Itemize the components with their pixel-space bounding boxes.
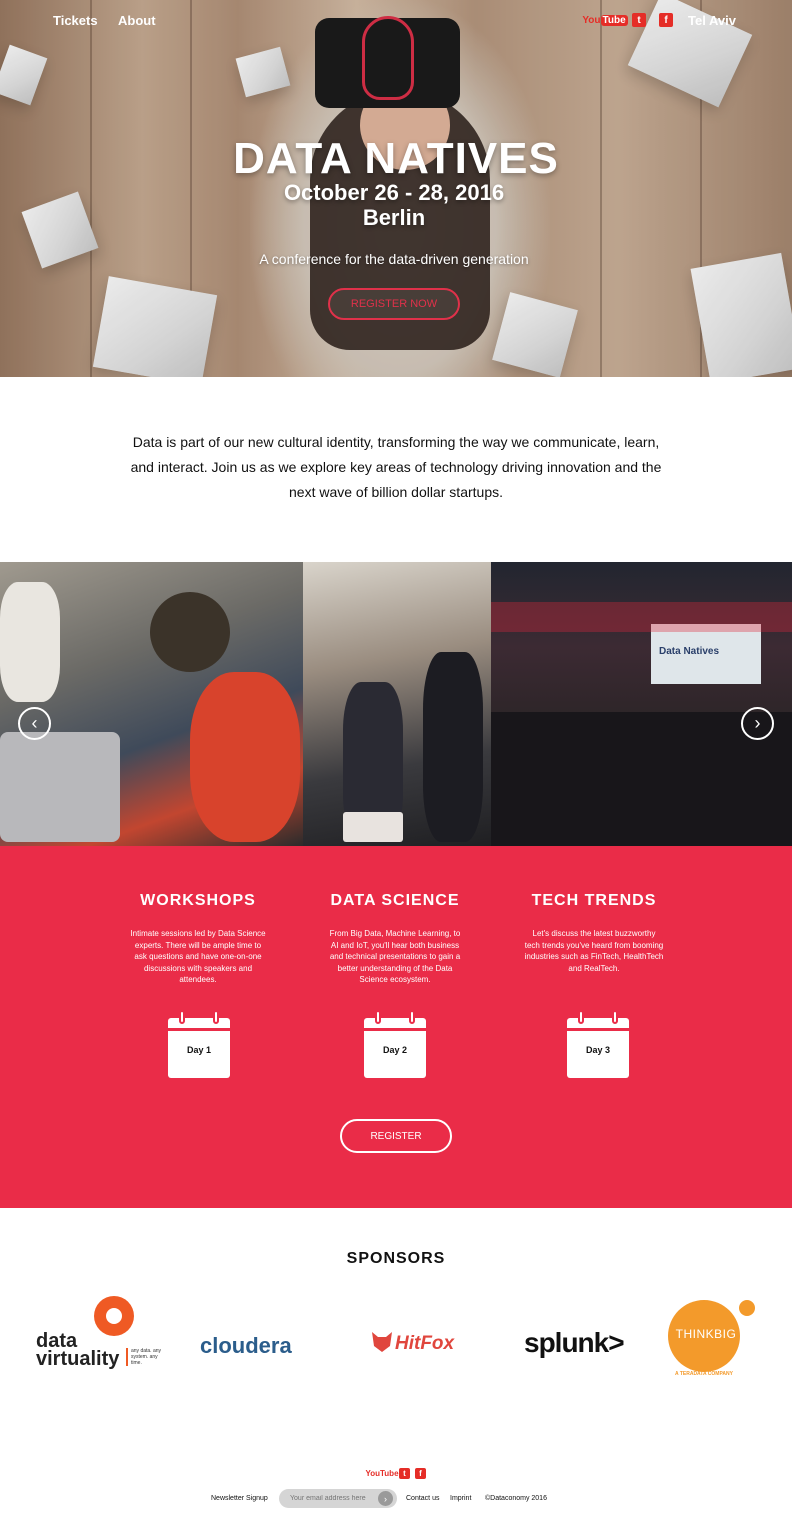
gallery-photo-crowd	[303, 562, 491, 846]
gallery-photo-auditorium: Data Natives	[491, 562, 792, 846]
tracks-section: WORKSHOPS Intimate sessions led by Data …	[0, 846, 792, 1208]
track-description: From Big Data, Machine Learning, to AI a…	[329, 929, 461, 984]
data-virtuality-tagline: any data. any system. any time.	[126, 1348, 166, 1366]
calendar-band	[168, 1028, 230, 1031]
data-virtuality-burst-icon	[94, 1296, 134, 1336]
calendar-ring	[213, 1010, 219, 1024]
photo-shape	[0, 582, 60, 702]
calendar-ring	[578, 1010, 584, 1024]
splunk-logo[interactable]: splunk>	[524, 1327, 625, 1359]
track-workshops: WORKSHOPS Intimate sessions led by Data …	[118, 892, 278, 986]
photo-shape	[423, 652, 483, 842]
fox-icon	[372, 1332, 392, 1352]
calendar-icon: Day 3	[567, 1010, 629, 1078]
hitfox-logo[interactable]: HitFox	[395, 1333, 454, 1355]
calendar-day-label: Day 1	[186, 1045, 212, 1055]
gallery-photo-workshop	[0, 562, 303, 846]
calendar-day-label: Day 2	[382, 1045, 408, 1055]
calendar-ring	[612, 1010, 618, 1024]
calendar-ring	[409, 1010, 415, 1024]
facebook-icon[interactable]: f	[659, 13, 673, 27]
track-description: Intimate sessions led by Data Science ex…	[130, 929, 266, 984]
copyright-text: ©Dataconomy 2016	[485, 1495, 547, 1502]
track-title: DATA SCIENCE	[330, 892, 460, 909]
track-data-science: DATA SCIENCE From Big Data, Machine Lear…	[315, 892, 475, 986]
data-virtuality-word2: virtuality	[36, 1348, 120, 1370]
photo-shape	[190, 672, 300, 842]
track-description: Let's discuss the latest buzzworthy tech…	[524, 929, 664, 973]
calendar-band	[364, 1028, 426, 1031]
calendar-band	[567, 1028, 629, 1031]
sponsors-title: SPONSORS	[346, 1250, 446, 1267]
youtube-icon[interactable]: You Tube	[582, 13, 628, 27]
footer-twitter-icon[interactable]: t	[399, 1468, 410, 1479]
thinkbig-dot-icon	[739, 1300, 755, 1316]
track-title: WORKSHOPS	[140, 892, 256, 909]
hero-title: DATA NATIVES	[233, 134, 559, 183]
newsletter-submit-icon[interactable]: ›	[378, 1491, 393, 1506]
hero-city: Berlin	[362, 205, 426, 230]
hero-date: October 26 - 28, 2016	[283, 180, 505, 205]
newsletter-label: Newsletter Signup	[211, 1495, 268, 1502]
data-virtuality-logo[interactable]: data virtuality any data. any system. an…	[36, 1296, 166, 1376]
twitter-icon[interactable]: t	[632, 13, 646, 27]
cloudera-logo[interactable]: cloudera	[200, 1333, 292, 1359]
hero-section: Tickets About You Tube t f Tel Aviv DATA …	[0, 0, 792, 377]
thinkbig-subtitle: A TERADATA COMPANY	[675, 1371, 733, 1377]
track-title: TECH TRENDS	[531, 892, 657, 909]
nav-city-link[interactable]: Tel Aviv	[688, 13, 736, 28]
stage-screen-text: Data Natives	[659, 646, 720, 657]
photo-shape	[0, 732, 120, 842]
intro-text: Data is part of our new cultural identit…	[130, 434, 662, 500]
youtube-you-text: You	[582, 14, 601, 26]
photo-shape	[150, 592, 230, 672]
youtube-tube-text: Tube	[600, 14, 628, 26]
gallery-prev-arrow-icon[interactable]: ‹	[18, 707, 51, 740]
nav-tickets-link[interactable]: Tickets	[53, 13, 98, 28]
stage-light	[491, 602, 792, 632]
track-tech-trends: TECH TRENDS Let's discuss the latest buz…	[514, 892, 674, 974]
photo-gallery: Data Natives ‹ ›	[0, 562, 792, 846]
contact-us-link[interactable]: Contact us	[406, 1495, 439, 1502]
hero-tagline: A conference for the data-driven generat…	[259, 251, 529, 267]
gallery-next-arrow-icon[interactable]: ›	[741, 707, 774, 740]
calendar-ring	[375, 1010, 381, 1024]
calendar-icon: Day 1	[168, 1010, 230, 1078]
footer-youtube-icon[interactable]: YouTube	[365, 1468, 398, 1479]
nav-about-link[interactable]: About	[118, 13, 156, 28]
footer-facebook-icon[interactable]: f	[415, 1468, 426, 1479]
thinkbig-name: THINKBIG	[675, 1327, 737, 1341]
register-now-button[interactable]: REGISTER NOW	[328, 288, 460, 320]
calendar-icon: Day 2	[364, 1010, 426, 1078]
calendar-ring	[179, 1010, 185, 1024]
photo-shape	[343, 812, 403, 842]
calendar-day-label: Day 3	[585, 1045, 611, 1055]
register-button[interactable]: REGISTER	[340, 1119, 452, 1153]
imprint-link[interactable]: Imprint	[450, 1495, 471, 1502]
